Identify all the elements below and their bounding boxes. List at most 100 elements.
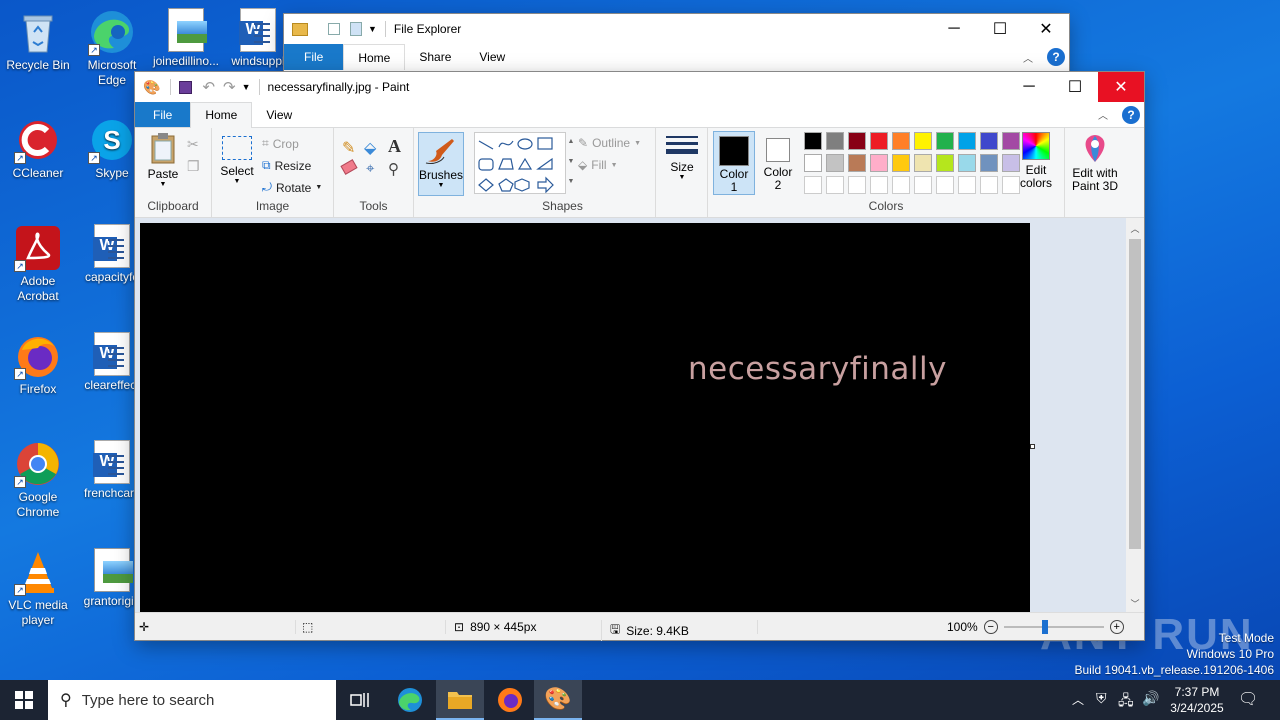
tab-home[interactable]: Home: [190, 101, 253, 129]
new-folder-icon[interactable]: [350, 22, 362, 36]
tab-file[interactable]: File: [135, 102, 191, 127]
network-icon[interactable]: 🖧: [1118, 690, 1134, 714]
color-swatch[interactable]: [936, 154, 954, 172]
zoom-out-button[interactable]: −: [983, 620, 998, 634]
color-swatch[interactable]: [980, 154, 998, 172]
desktop-icon-google-chrome[interactable]: ↗ Google Chrome: [0, 440, 76, 520]
color-swatch[interactable]: [826, 132, 844, 150]
empty-color-swatch[interactable]: [958, 176, 976, 194]
tab-view[interactable]: View: [252, 102, 306, 127]
chevron-down-icon[interactable]: ▼: [242, 82, 251, 92]
color1-button[interactable]: Color 1: [713, 131, 755, 195]
tab-view[interactable]: View: [465, 44, 519, 70]
empty-color-swatch[interactable]: [914, 176, 932, 194]
image-canvas[interactable]: necessaryfinally: [140, 223, 1030, 612]
color-swatch[interactable]: [892, 154, 910, 172]
file-explorer-window[interactable]: ▼ File Explorer ─ ☐ ✕ File Home Share Vi…: [284, 14, 1069, 74]
explorer-titlebar[interactable]: ▼ File Explorer ─ ☐ ✕: [284, 14, 1069, 44]
close-button[interactable]: ✕: [1023, 14, 1069, 44]
color-swatch[interactable]: [870, 132, 888, 150]
help-icon[interactable]: ?: [1047, 48, 1065, 66]
scroll-up-icon[interactable]: ︿: [1126, 222, 1144, 235]
empty-color-swatch[interactable]: [936, 176, 954, 194]
desktop-icon-joinedillino[interactable]: joinedillino...: [148, 8, 224, 69]
select-button[interactable]: Select ▼: [220, 136, 254, 185]
maximize-button[interactable]: ☐: [1052, 72, 1098, 102]
edit-colors-button[interactable]: Edit colors: [1013, 132, 1059, 190]
color-swatch[interactable]: [914, 154, 932, 172]
text-tool-icon[interactable]: A: [388, 136, 401, 157]
color-swatch[interactable]: [892, 132, 910, 150]
color-swatch[interactable]: [958, 154, 976, 172]
paste-button[interactable]: Paste ▼: [145, 132, 181, 188]
color-swatch[interactable]: [914, 132, 932, 150]
fill-button[interactable]: ⬙ Fill ▼: [578, 158, 618, 172]
empty-color-swatch[interactable]: [892, 176, 910, 194]
empty-color-swatch[interactable]: [870, 176, 888, 194]
security-icon[interactable]: ⛨: [1096, 690, 1107, 707]
redo-icon[interactable]: ↷: [223, 78, 236, 96]
properties-icon[interactable]: [328, 23, 340, 35]
zoom-slider[interactable]: [1003, 620, 1104, 634]
empty-color-swatch[interactable]: [980, 176, 998, 194]
color-picker-icon[interactable]: ⌖: [366, 160, 374, 177]
minimize-button[interactable]: ─: [931, 14, 977, 44]
cut-icon[interactable]: ✂: [187, 136, 199, 153]
outline-button[interactable]: ✎ Outline ▼: [578, 136, 641, 150]
volume-icon[interactable]: 🔊: [1142, 690, 1159, 707]
color-swatch[interactable]: [958, 132, 976, 150]
fill-bucket-icon[interactable]: ⬙: [364, 138, 376, 158]
tab-home[interactable]: Home: [343, 44, 406, 70]
color-swatch[interactable]: [804, 154, 822, 172]
desktop-icon-adobe-acrobat[interactable]: ↗ Adobe Acrobat: [0, 224, 76, 304]
vertical-scrollbar[interactable]: ︿ ﹀: [1126, 218, 1144, 612]
chevron-up-icon[interactable]: ︿: [1023, 50, 1033, 65]
paint-window[interactable]: 🎨 ↶ ↷ ▼ necessaryfinally.jpg - Paint ─ ☐…: [135, 72, 1144, 641]
color-swatch[interactable]: [848, 132, 866, 150]
color2-button[interactable]: Color 2: [757, 131, 799, 195]
task-view-button[interactable]: [336, 680, 384, 720]
empty-color-swatch[interactable]: [804, 176, 822, 194]
empty-color-swatch[interactable]: [826, 176, 844, 194]
crop-button[interactable]: ⌗ Crop: [262, 136, 299, 151]
minimize-button[interactable]: ─: [1006, 72, 1052, 102]
taskbar-firefox[interactable]: [486, 680, 534, 720]
color-swatch[interactable]: [804, 132, 822, 150]
tab-share[interactable]: Share: [405, 44, 465, 70]
color-swatch[interactable]: [980, 132, 998, 150]
empty-color-swatch[interactable]: [848, 176, 866, 194]
chevron-up-icon[interactable]: ︿: [1098, 107, 1108, 122]
chevron-down-icon[interactable]: ▼: [368, 24, 377, 34]
magnifier-icon[interactable]: ⚲: [388, 160, 399, 178]
tab-file[interactable]: File: [284, 44, 344, 70]
taskbar-search-box[interactable]: ⚲ Type here to search: [48, 680, 336, 720]
notifications-icon[interactable]: 🗨: [1238, 689, 1258, 709]
rotate-button[interactable]: ⤾ Rotate ▼: [262, 180, 322, 195]
brushes-button[interactable]: Brushes ▼: [418, 132, 464, 196]
edit-with-paint3d-button[interactable]: Edit with Paint 3D: [1069, 132, 1121, 193]
zoom-in-button[interactable]: +: [1109, 620, 1124, 634]
show-hidden-icons-icon[interactable]: ︿: [1072, 691, 1084, 708]
shapes-gallery[interactable]: [474, 132, 566, 194]
desktop-icon-firefox[interactable]: ↗ Firefox: [0, 332, 76, 397]
taskbar-paint[interactable]: 🎨: [534, 680, 582, 720]
scrollbar-thumb[interactable]: [1129, 239, 1141, 549]
taskbar-edge[interactable]: [386, 680, 434, 720]
start-button[interactable]: [0, 680, 48, 720]
paint-titlebar[interactable]: 🎨 ↶ ↷ ▼ necessaryfinally.jpg - Paint ─ ☐…: [135, 72, 1144, 102]
clock[interactable]: 7:37 PM 3/24/2025: [1164, 684, 1230, 716]
maximize-button[interactable]: ☐: [977, 14, 1023, 44]
color-swatch[interactable]: [848, 154, 866, 172]
eraser-icon[interactable]: [340, 159, 358, 175]
color-swatch[interactable]: [936, 132, 954, 150]
color-swatch[interactable]: [826, 154, 844, 172]
pencil-icon[interactable]: ✎: [342, 138, 355, 158]
copy-icon[interactable]: ❐: [187, 158, 200, 175]
close-button[interactable]: ✕: [1098, 72, 1144, 102]
color-swatch[interactable]: [870, 154, 888, 172]
taskbar-file-explorer[interactable]: [436, 680, 484, 720]
help-icon[interactable]: ?: [1122, 105, 1140, 124]
desktop-icon-recycle-bin[interactable]: Recycle Bin: [0, 8, 76, 73]
zoom-slider-thumb[interactable]: [1041, 620, 1048, 634]
size-button[interactable]: Size ▼: [665, 132, 699, 181]
